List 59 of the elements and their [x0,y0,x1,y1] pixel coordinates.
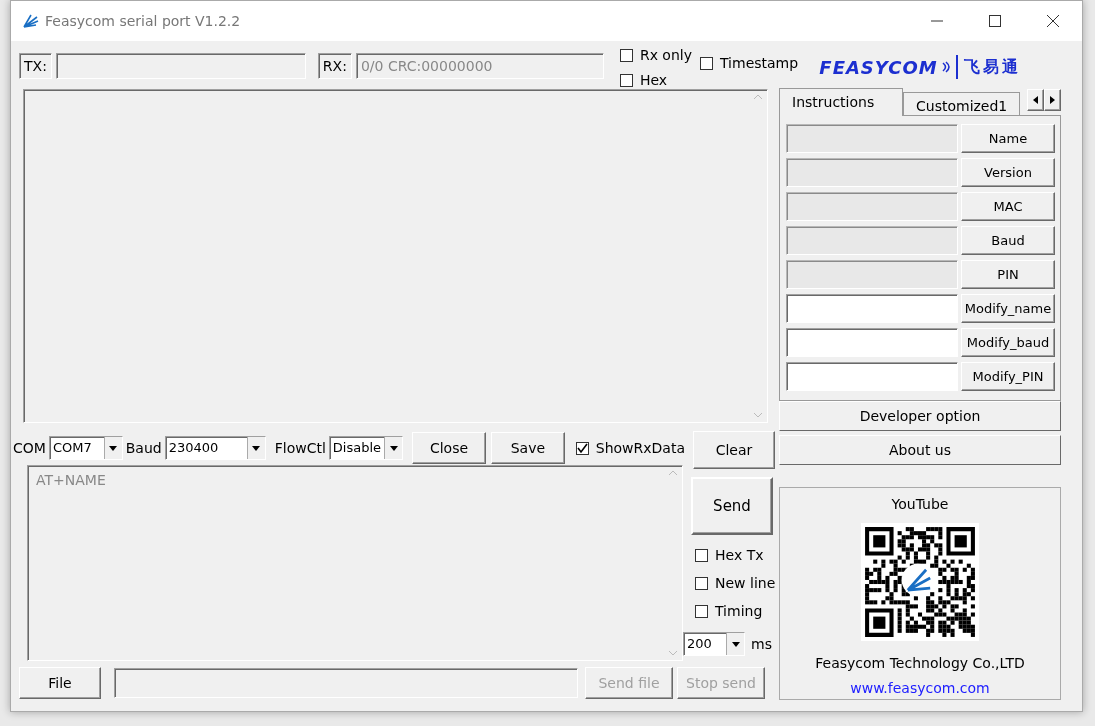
file-button[interactable]: File [19,667,101,699]
tab[interactable]: Customized1 [903,92,1021,115]
checkbox[interactable] [695,605,708,618]
interval-dropdown[interactable]: 200 [683,632,745,656]
checkbox[interactable] [619,49,633,62]
command-field[interactable] [786,362,958,391]
checkbox[interactable] [695,549,708,562]
tx-label: TX: [19,53,52,79]
window-title: Feasycom serial port V1.2.2 [45,11,241,31]
left-arrow-icon[interactable] [1033,96,1038,104]
rx-field: 0/0 CRC:00000000 [355,53,604,79]
checkbox-label[interactable]: Timestamp [720,53,799,74]
logo-wave-icon [941,61,952,73]
caret-icon[interactable] [389,445,398,451]
caret-icon[interactable] [731,641,740,647]
command-field[interactable] [786,328,958,357]
command-button[interactable]: Modify_PIN [961,362,1055,391]
command-button[interactable]: Modify_name [961,294,1055,323]
clear-button[interactable]: Clear [693,431,775,469]
checkbox-label[interactable]: Rx only [639,45,692,66]
app-icon [23,13,39,29]
rx-label: RX: [317,53,352,79]
about-button[interactable]: About us [779,435,1061,465]
developer-option-button[interactable]: Developer option [779,401,1061,431]
checkbox[interactable] [619,74,633,87]
promo-title: YouTube [891,495,949,514]
interval-unit: ms [751,634,772,654]
save-button[interactable]: Save [490,432,565,464]
command-field[interactable] [786,294,958,323]
website-link[interactable]: www.feasycom.com [850,678,990,699]
checkbox-label[interactable]: New line [715,573,776,594]
dropdown[interactable]: 230400 [164,436,266,460]
checkbox[interactable] [700,57,713,70]
scroll-left-button[interactable] [1027,89,1044,111]
close-icon[interactable] [1047,15,1059,27]
dropdown[interactable]: Disable [328,436,404,460]
logo-text: FEASYCOM [819,55,938,80]
field-label: Baud [125,438,162,458]
caret-icon[interactable] [109,445,118,451]
tab[interactable]: Instructions [779,88,903,116]
maximize-icon[interactable] [989,15,1001,27]
checkbox[interactable] [575,441,589,455]
dropdown[interactable]: COM7 [48,436,123,460]
logo-text: 飞易通 [955,55,1021,79]
file-path-field[interactable] [114,668,578,698]
caret-icon[interactable] [252,445,261,451]
checkbox-label[interactable]: Timing [715,601,763,622]
checkbox-label[interactable]: Hex Tx [715,545,764,566]
checkbox[interactable] [695,577,708,590]
right-arrow-icon[interactable] [1050,96,1055,104]
command-button[interactable]: Modify_baud [961,328,1055,357]
checkbox-label[interactable]: Hex [639,70,668,91]
field-label: FlowCtl [274,438,326,458]
send-button[interactable]: Send [691,477,773,535]
scroll-right-button[interactable] [1044,89,1061,111]
close-button[interactable]: Close [412,432,486,464]
field-label: COM [13,438,46,458]
checkbox-label[interactable]: ShowRxData [595,437,685,459]
company-name: Feasycom Technology Co.,LTD [815,654,1025,673]
